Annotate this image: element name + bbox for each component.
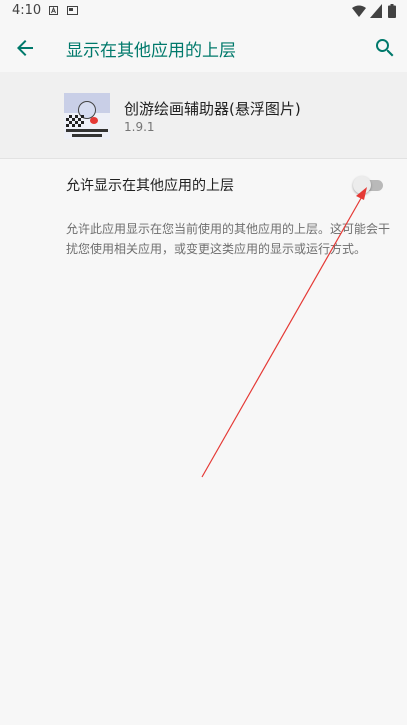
toolbar: 显示在其他应用的上层 <box>0 24 407 72</box>
arrow-back-icon[interactable] <box>13 36 37 60</box>
notification-b-icon <box>67 6 78 15</box>
signal-icon <box>370 4 382 18</box>
overlay-permission-toggle[interactable] <box>353 176 383 194</box>
status-time: 4:10 <box>12 3 42 18</box>
permission-description: 允许此应用显示在您当前使用的其他应用的上层。这可能会干扰您使用相关应用，或变更这… <box>66 222 391 256</box>
app-name: 创游绘画辅助器(悬浮图片) <box>124 100 301 118</box>
notification-a-icon <box>49 6 58 15</box>
battery-icon <box>388 4 396 18</box>
permission-label: 允许显示在其他应用的上层 <box>66 178 234 194</box>
app-version: 1.9.1 <box>124 120 155 134</box>
toggle-thumb <box>353 176 371 194</box>
app-header: 创游绘画辅助器(悬浮图片) 1.9.1 <box>0 72 407 159</box>
page-title: 显示在其他应用的上层 <box>66 41 236 61</box>
app-icon <box>64 93 110 139</box>
wifi-icon <box>352 5 366 17</box>
permission-row[interactable]: 允许显示在其他应用的上层 <box>0 160 407 206</box>
status-bar: 4:10 <box>0 0 407 24</box>
search-icon[interactable] <box>373 36 397 60</box>
